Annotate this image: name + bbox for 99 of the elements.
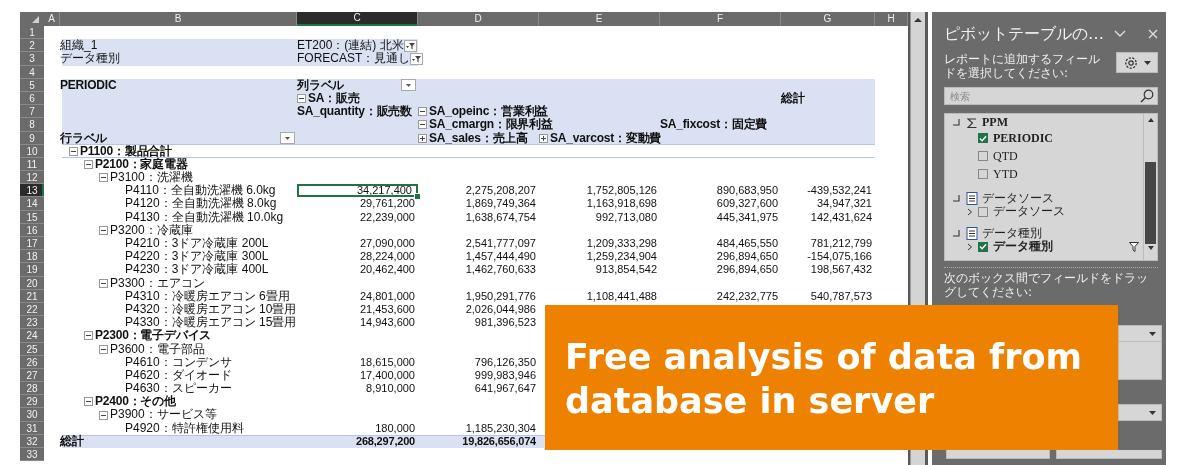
field-header: 行ラベル bbox=[60, 131, 108, 145]
cell-value: 198,567,432 bbox=[810, 263, 872, 276]
cell-value: 445,341,975 bbox=[716, 210, 778, 223]
cell-value: 8,910,000 bbox=[366, 382, 415, 395]
cell-value: 781,212,799 bbox=[810, 237, 872, 249]
row-label: P2300：電子デバイス bbox=[95, 329, 212, 343]
cell-value: 2,275,208,207 bbox=[465, 184, 536, 197]
cell-value: 17,400,000 bbox=[359, 368, 415, 381]
row-label: P4630：スピーカー bbox=[125, 382, 232, 396]
row-label: P4320：冷暖房エアコン 10畳用 bbox=[125, 302, 297, 316]
cell-value: 1,950,291,776 bbox=[465, 289, 536, 302]
field-header: SA_fixcost：固定費 bbox=[660, 118, 768, 132]
field-header: SA_quantity：販売数 bbox=[297, 105, 412, 119]
filter-value: ET200：(連結) 北米 bbox=[297, 39, 404, 53]
row-label: P4310：冷暖房エアコン 6畳用 bbox=[125, 289, 290, 303]
row-label: P2400：その他 bbox=[95, 395, 176, 409]
cell-value: 18,615,000 bbox=[359, 355, 415, 368]
cell-value: 21,453,600 bbox=[359, 302, 415, 315]
cell-value: 1,108,441,488 bbox=[586, 289, 657, 302]
row-label: P3900：サービス等 bbox=[110, 408, 217, 422]
cell-value: 142,431,624 bbox=[810, 210, 872, 223]
row-label: P4330：冷暖房エアコン 15畳用 bbox=[125, 316, 297, 330]
field-group-label: データ種別 bbox=[982, 225, 1042, 240]
field-label: データ種別 bbox=[993, 239, 1053, 255]
cell-value: 34,217,400 bbox=[356, 184, 412, 197]
field-header: SA：販売 bbox=[308, 91, 360, 106]
cell-value: -154,075,166 bbox=[807, 250, 872, 263]
row-label: P4220：3ドア冷蔵庫 300L bbox=[125, 250, 269, 264]
cell-value: 1,259,234,904 bbox=[586, 250, 657, 263]
cell-value: 484,465,550 bbox=[716, 237, 778, 249]
row-label: P3100：洗濯機 bbox=[110, 171, 193, 185]
cell-value: 540,787,573 bbox=[810, 289, 872, 302]
cell-value: 992,713,080 bbox=[595, 210, 657, 223]
field-header: SA_varcost：変動費 bbox=[550, 131, 662, 145]
row-label: P4230：3ドア冷蔵庫 400L bbox=[125, 263, 269, 277]
cell-value: 180,000 bbox=[375, 421, 415, 434]
instruction-text: レポートに追加するフィールドを選択してください: bbox=[944, 52, 1101, 80]
row-label: P4620：ダイオード bbox=[125, 368, 232, 382]
cell-value: 641,967,647 bbox=[474, 382, 536, 395]
row-label: P4120：全自動洗濯機 8.0kg bbox=[125, 197, 277, 211]
row-label: P2100：家庭電器 bbox=[95, 157, 188, 171]
cell-value: 1,462,760,633 bbox=[465, 263, 536, 276]
field-header: 総計 bbox=[781, 91, 805, 106]
row-label: P4920：特許権使用料 bbox=[125, 421, 244, 435]
row-label: P4130：全自動洗濯機 10.0kg bbox=[125, 210, 284, 224]
cell-value: 1,209,333,298 bbox=[586, 237, 657, 249]
cell-value: -439,532,241 bbox=[807, 184, 872, 197]
cell-value: 609,327,600 bbox=[716, 197, 778, 210]
cell-value: 999,983,946 bbox=[474, 368, 536, 381]
cell-value: 27,090,000 bbox=[359, 237, 415, 249]
cell-value: 1,457,444,490 bbox=[465, 250, 536, 263]
cell-value: 24,801,000 bbox=[359, 289, 415, 302]
row-label: P3300：エアコン bbox=[110, 276, 205, 290]
field-header: PERIODIC bbox=[60, 78, 117, 92]
row-label: P3200：冷蔵庫 bbox=[110, 223, 193, 237]
total-label: 総計 bbox=[60, 433, 84, 448]
cell-value: 981,396,523 bbox=[474, 316, 536, 329]
cell-value: 890,683,950 bbox=[716, 184, 778, 197]
cell-value: 20,462,400 bbox=[359, 263, 415, 276]
cell-value: 796,126,350 bbox=[474, 355, 536, 368]
cell-value: 14,943,600 bbox=[359, 316, 415, 329]
row-label: P4110：全自動洗濯機 6.0kg bbox=[125, 184, 276, 198]
field-label: PERIODIC bbox=[993, 130, 1053, 146]
cell-value: 242,232,775 bbox=[716, 289, 778, 302]
cell-value: 34,947,321 bbox=[816, 197, 872, 210]
cell-value: 2,541,777,097 bbox=[465, 237, 536, 249]
field-header: SA_cmargn：限界利益 bbox=[429, 118, 553, 132]
cell-value: 28,224,000 bbox=[359, 250, 415, 263]
cell-value: 296,894,650 bbox=[716, 263, 778, 276]
cell-value: 1,185,230,304 bbox=[465, 421, 536, 434]
filter-label: 組織_1 bbox=[60, 38, 98, 53]
row-label: P4610：コンデンサ bbox=[125, 355, 232, 369]
callout-text: Free analysis of data from database in server bbox=[565, 336, 1084, 423]
cell-value: 1,163,918,698 bbox=[586, 197, 657, 210]
field-header: 列ラベル bbox=[297, 78, 345, 92]
field-group-label: データソース bbox=[982, 190, 1054, 206]
filter-label: データ種別 bbox=[60, 51, 120, 66]
row-label: P1100：製品合計 bbox=[80, 144, 173, 158]
cell-value: 1,638,674,754 bbox=[465, 210, 536, 223]
field-group-label: PPM bbox=[982, 115, 1008, 130]
cell-value: 22,239,000 bbox=[359, 210, 415, 223]
row-label: P3600：電子部品 bbox=[110, 342, 205, 356]
total-value: 268,297,200 bbox=[356, 434, 415, 447]
row-label: P4210：3ドア冷蔵庫 200L bbox=[125, 237, 269, 250]
cell-value: 913,854,542 bbox=[595, 263, 657, 276]
cell-value: 296,894,650 bbox=[716, 250, 778, 263]
field-label: データソース bbox=[993, 204, 1065, 220]
field-label: YTD bbox=[993, 166, 1018, 182]
field-header: SA_opeinc：営業利益 bbox=[429, 105, 549, 119]
cell-value: 29,761,200 bbox=[359, 197, 415, 210]
field-header: SA_sales：売上高 bbox=[429, 131, 528, 145]
field-label: QTD bbox=[993, 148, 1018, 164]
hint-text: 次のボックス間でフィールドをドラッグしてください: bbox=[944, 271, 1149, 299]
cell-value: 1,869,749,364 bbox=[465, 197, 536, 210]
total-value: 19,826,656,074 bbox=[462, 434, 536, 447]
cell-value: 1,752,805,126 bbox=[586, 184, 657, 197]
cell-value: 2,026,044,986 bbox=[465, 302, 536, 315]
filter-value: FORECAST：見通し bbox=[297, 52, 411, 66]
pane-title: ピボットテーブルの… bbox=[944, 23, 1105, 45]
